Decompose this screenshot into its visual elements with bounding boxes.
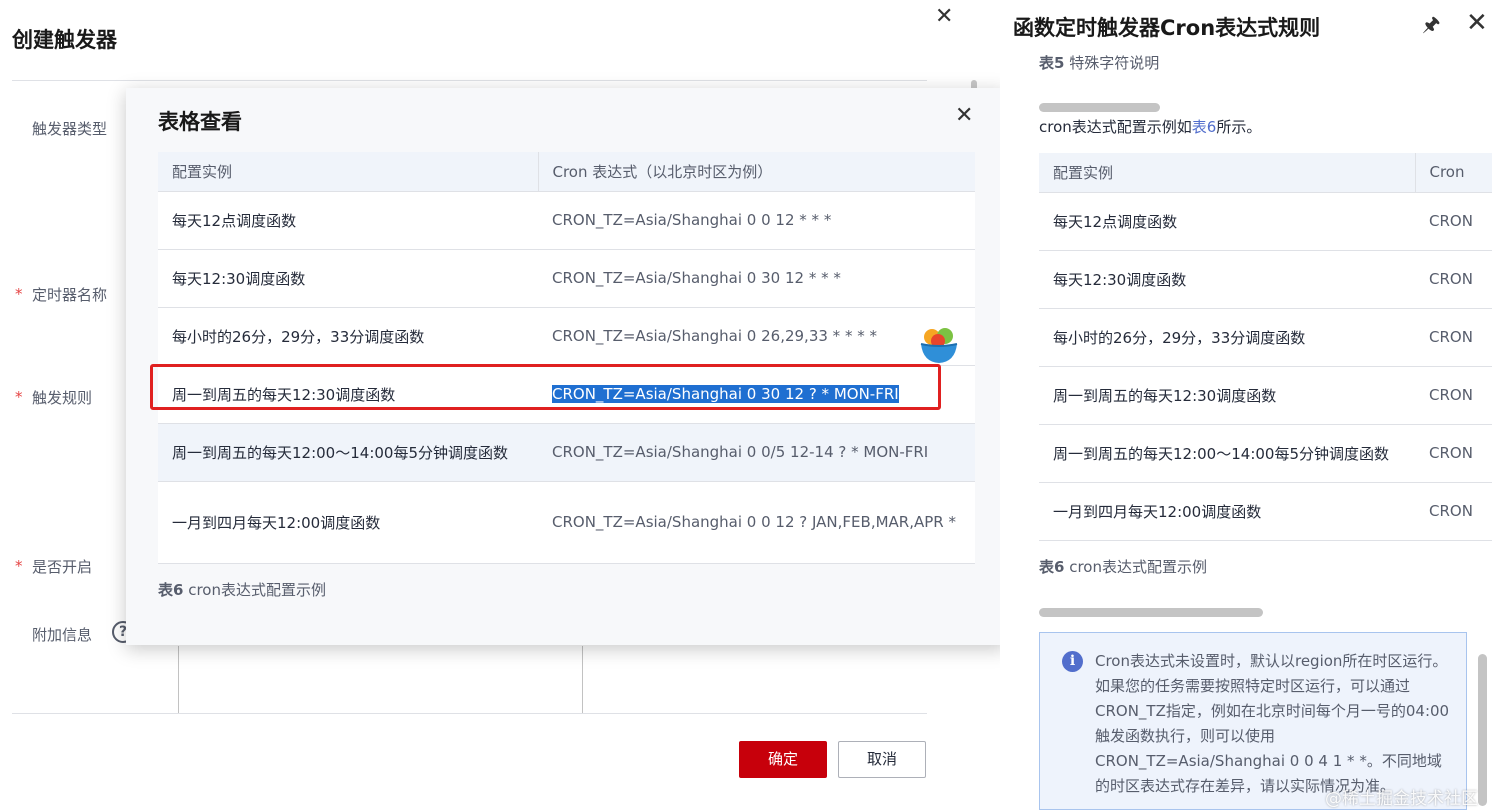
table-row: 每天12点调度函数 CRON_TZ=Asia/Shanghai 0 0 12 *… bbox=[158, 191, 975, 250]
info-icon: i bbox=[1062, 651, 1083, 672]
intro-text: cron表达式配置示例如表6所示。 bbox=[1039, 116, 1261, 137]
cron-expression-cell: CRON bbox=[1415, 482, 1492, 541]
watermark: @稀土掘金技术社区 bbox=[1325, 789, 1478, 809]
table-row: 周一到周五的每天12:00～14:00每5分钟调度函数 CRON_TZ=Asia… bbox=[158, 423, 975, 482]
required-mark: * bbox=[15, 388, 23, 406]
table-row: 每天12:30调度函数 CRON bbox=[1039, 250, 1492, 309]
cron-expression-cell[interactable]: CRON_TZ=Asia/Shanghai 0 0 12 * * * bbox=[538, 191, 975, 250]
confirm-button[interactable]: 确定 bbox=[739, 741, 827, 778]
timer-name-label: 定时器名称 bbox=[32, 286, 108, 304]
help-doc-panel: 函数定时触发器Cron表达式规则 🖈 ✕ 表5 特殊字符说明 cron表达式配置… bbox=[1000, 0, 1492, 811]
vertical-scrollbar[interactable] bbox=[1478, 654, 1487, 806]
note-text: Cron表达式未设置时，默认以region所在时区运行。如果您的任务需要按照特定… bbox=[1095, 652, 1450, 795]
horizontal-scrollbar[interactable] bbox=[1039, 103, 1160, 112]
config-desc-cell: 一月到四月每天12:00调度函数 bbox=[158, 481, 538, 564]
table-caption: 表6 cron表达式配置示例 bbox=[1039, 556, 1207, 577]
table-row: 一月到四月每天12:00调度函数 CRON_TZ=Asia/Shanghai 0… bbox=[158, 481, 975, 564]
config-desc-cell: 每天12:30调度函数 bbox=[1039, 250, 1415, 309]
cron-expression-cell[interactable]: CRON_TZ=Asia/Shanghai 0 0/5 12-14 ? * MO… bbox=[538, 423, 975, 482]
pin-icon[interactable]: 🖈 bbox=[1422, 10, 1441, 44]
divider bbox=[12, 80, 927, 81]
required-mark: * bbox=[15, 557, 23, 575]
cron-example-table: 配置实例 Cron 表达式（以北京时区为例） 每天12点调度函数 CRON_TZ… bbox=[158, 152, 975, 564]
table-row: 每天12:30调度函数 CRON_TZ=Asia/Shanghai 0 30 1… bbox=[158, 249, 975, 308]
table-row: 周一到周五的每天12:00～14:00每5分钟调度函数 CRON bbox=[1039, 424, 1492, 483]
config-desc-cell: 周一到周五的每天12:00～14:00每5分钟调度函数 bbox=[1039, 424, 1415, 483]
cancel-button[interactable]: 取消 bbox=[838, 741, 926, 778]
config-desc-cell: 每天12:30调度函数 bbox=[158, 249, 538, 308]
trigger-type-label: 触发器类型 bbox=[32, 120, 108, 138]
caption-number: 表6 bbox=[1039, 558, 1065, 576]
column-header: Cron bbox=[1415, 153, 1492, 193]
intro-after: 所示。 bbox=[1216, 118, 1262, 136]
caption-number: 表5 bbox=[1039, 54, 1065, 72]
table-row: 每小时的26分，29分，33分调度函数 CRON_TZ=Asia/Shangha… bbox=[158, 307, 975, 366]
caption-text: 特殊字符说明 bbox=[1064, 54, 1160, 72]
cron-expression-cell: CRON bbox=[1415, 192, 1492, 251]
table-caption: 表5 特殊字符说明 bbox=[1039, 52, 1159, 73]
cron-expression-cell: CRON bbox=[1415, 250, 1492, 309]
caption-number: 表6 bbox=[158, 581, 184, 599]
enabled-label: 是否开启 bbox=[32, 558, 93, 576]
fruit-bowl-icon bbox=[920, 328, 958, 363]
column-header: Cron 表达式（以北京时区为例） bbox=[538, 152, 975, 192]
trigger-rule-label: 触发规则 bbox=[32, 389, 93, 407]
column-header: 配置实例 bbox=[1039, 153, 1416, 193]
caption-text: cron表达式配置示例 bbox=[1064, 558, 1207, 576]
required-mark: * bbox=[15, 285, 23, 303]
modal-title: 表格查看 bbox=[158, 110, 242, 134]
config-desc-cell: 一月到四月每天12:00调度函数 bbox=[1039, 482, 1415, 541]
cron-example-table: 配置实例 Cron 每天12点调度函数 CRON 每天12:30调度函数 CRO… bbox=[1039, 153, 1492, 541]
highlight-box bbox=[150, 364, 941, 410]
doc-title: 函数定时触发器Cron表达式规则 bbox=[1013, 16, 1321, 40]
horizontal-scrollbar[interactable] bbox=[1039, 608, 1263, 617]
cron-expression-cell[interactable]: CRON_TZ=Asia/Shanghai 0 30 12 * * * bbox=[538, 249, 975, 308]
divider bbox=[12, 713, 927, 714]
config-desc-cell: 每小时的26分，29分，33分调度函数 bbox=[158, 307, 538, 366]
extra-info-input[interactable] bbox=[178, 646, 583, 714]
cron-expression-cell[interactable]: CRON_TZ=Asia/Shanghai 0 0 12 ? JAN,FEB,M… bbox=[538, 481, 975, 564]
extra-info-label: 附加信息 bbox=[32, 626, 93, 644]
cron-expression-cell: CRON bbox=[1415, 424, 1492, 483]
intro-before: cron表达式配置示例如 bbox=[1039, 118, 1192, 136]
caption-text: cron表达式配置示例 bbox=[183, 581, 326, 599]
table-row: 每天12点调度函数 CRON bbox=[1039, 192, 1492, 251]
table-row: 每小时的26分，29分，33分调度函数 CRON bbox=[1039, 308, 1492, 367]
config-desc-cell: 每小时的26分，29分，33分调度函数 bbox=[1039, 308, 1415, 367]
close-icon[interactable]: ✕ bbox=[1466, 8, 1488, 38]
config-desc-cell: 周一到周五的每天12:00～14:00每5分钟调度函数 bbox=[158, 423, 538, 482]
cron-expression-cell[interactable]: CRON_TZ=Asia/Shanghai 0 26,29,33 * * * * bbox=[538, 307, 975, 366]
config-desc-cell: 每天12点调度函数 bbox=[158, 191, 538, 250]
table6-link[interactable]: 表6 bbox=[1192, 118, 1217, 136]
table-row: 周一到周五的每天12:30调度函数 CRON bbox=[1039, 366, 1492, 425]
cron-expression-cell: CRON bbox=[1415, 308, 1492, 367]
table-row: 一月到四月每天12:00调度函数 CRON bbox=[1039, 482, 1492, 541]
config-desc-cell: 每天12点调度函数 bbox=[1039, 192, 1415, 251]
panel-title: 创建触发器 bbox=[12, 28, 117, 52]
close-icon[interactable]: ✕ bbox=[935, 4, 953, 29]
config-desc-cell: 周一到周五的每天12:30调度函数 bbox=[1039, 366, 1415, 425]
close-icon[interactable]: ✕ bbox=[955, 103, 973, 128]
cron-expression-cell: CRON bbox=[1415, 366, 1492, 425]
column-header: 配置实例 bbox=[158, 152, 539, 192]
table-caption: 表6 cron表达式配置示例 bbox=[158, 579, 326, 600]
